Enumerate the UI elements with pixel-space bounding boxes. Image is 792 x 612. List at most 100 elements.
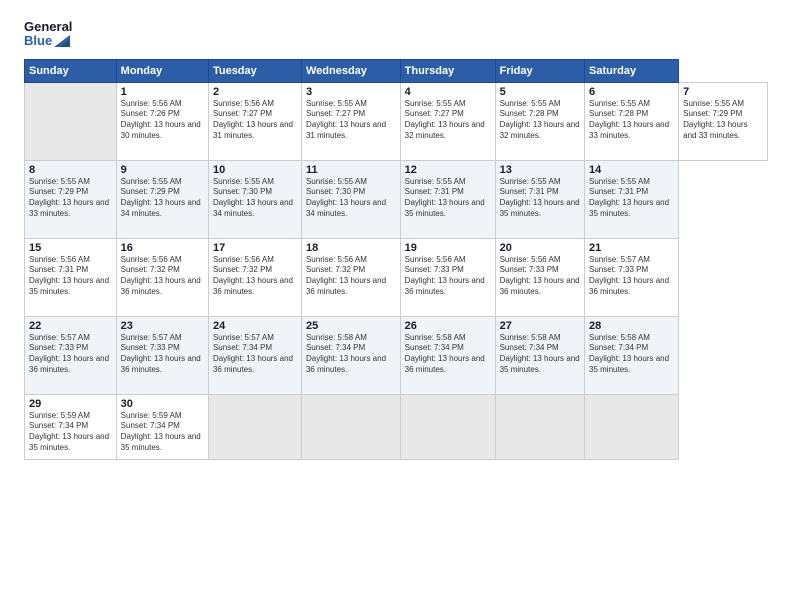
calendar-cell xyxy=(400,394,495,459)
day-info: Sunrise: 5:55 AMSunset: 7:27 PMDaylight:… xyxy=(405,99,491,142)
day-number: 15 xyxy=(29,242,112,254)
day-info: Sunrise: 5:56 AMSunset: 7:32 PMDaylight:… xyxy=(306,255,396,298)
calendar-cell: 30Sunrise: 5:59 AMSunset: 7:34 PMDayligh… xyxy=(116,394,208,459)
day-number: 29 xyxy=(29,398,112,410)
calendar-cell xyxy=(301,394,400,459)
day-info: Sunrise: 5:57 AMSunset: 7:33 PMDaylight:… xyxy=(29,333,112,376)
day-info: Sunrise: 5:56 AMSunset: 7:33 PMDaylight:… xyxy=(500,255,580,298)
day-header-saturday: Saturday xyxy=(585,59,679,82)
calendar-cell: 12Sunrise: 5:55 AMSunset: 7:31 PMDayligh… xyxy=(400,160,495,238)
day-header-friday: Friday xyxy=(495,59,584,82)
day-info: Sunrise: 5:59 AMSunset: 7:34 PMDaylight:… xyxy=(121,411,204,454)
calendar-cell: 10Sunrise: 5:55 AMSunset: 7:30 PMDayligh… xyxy=(208,160,301,238)
day-info: Sunrise: 5:55 AMSunset: 7:29 PMDaylight:… xyxy=(121,177,204,220)
day-info: Sunrise: 5:55 AMSunset: 7:31 PMDaylight:… xyxy=(405,177,491,220)
calendar-cell: 27Sunrise: 5:58 AMSunset: 7:34 PMDayligh… xyxy=(495,316,584,394)
calendar-cell: 22Sunrise: 5:57 AMSunset: 7:33 PMDayligh… xyxy=(25,316,117,394)
day-number: 2 xyxy=(213,86,297,98)
day-number: 6 xyxy=(589,86,674,98)
day-info: Sunrise: 5:56 AMSunset: 7:31 PMDaylight:… xyxy=(29,255,112,298)
day-info: Sunrise: 5:57 AMSunset: 7:33 PMDaylight:… xyxy=(589,255,674,298)
calendar-cell: 24Sunrise: 5:57 AMSunset: 7:34 PMDayligh… xyxy=(208,316,301,394)
calendar-cell: 8Sunrise: 5:55 AMSunset: 7:29 PMDaylight… xyxy=(25,160,117,238)
calendar-cell: 7Sunrise: 5:55 AMSunset: 7:29 PMDaylight… xyxy=(679,82,768,160)
day-number: 8 xyxy=(29,164,112,176)
calendar-week-1: 1Sunrise: 5:56 AMSunset: 7:26 PMDaylight… xyxy=(25,82,768,160)
logo-icon xyxy=(54,35,70,47)
day-info: Sunrise: 5:56 AMSunset: 7:32 PMDaylight:… xyxy=(121,255,204,298)
day-number: 1 xyxy=(121,86,204,98)
day-number: 14 xyxy=(589,164,674,176)
calendar-cell xyxy=(585,394,679,459)
calendar-cell: 2Sunrise: 5:56 AMSunset: 7:27 PMDaylight… xyxy=(208,82,301,160)
calendar-cell: 20Sunrise: 5:56 AMSunset: 7:33 PMDayligh… xyxy=(495,238,584,316)
day-number: 17 xyxy=(213,242,297,254)
day-number: 5 xyxy=(500,86,580,98)
calendar-table: SundayMondayTuesdayWednesdayThursdayFrid… xyxy=(24,59,768,460)
day-number: 11 xyxy=(306,164,396,176)
calendar-cell: 1Sunrise: 5:56 AMSunset: 7:26 PMDaylight… xyxy=(116,82,208,160)
calendar-cell xyxy=(495,394,584,459)
calendar-cell: 19Sunrise: 5:56 AMSunset: 7:33 PMDayligh… xyxy=(400,238,495,316)
calendar-week-2: 8Sunrise: 5:55 AMSunset: 7:29 PMDaylight… xyxy=(25,160,768,238)
day-number: 19 xyxy=(405,242,491,254)
day-info: Sunrise: 5:55 AMSunset: 7:30 PMDaylight:… xyxy=(306,177,396,220)
calendar-cell: 28Sunrise: 5:58 AMSunset: 7:34 PMDayligh… xyxy=(585,316,679,394)
day-number: 12 xyxy=(405,164,491,176)
day-info: Sunrise: 5:55 AMSunset: 7:28 PMDaylight:… xyxy=(500,99,580,142)
day-header-wednesday: Wednesday xyxy=(301,59,400,82)
day-header-sunday: Sunday xyxy=(25,59,117,82)
calendar-cell: 13Sunrise: 5:55 AMSunset: 7:31 PMDayligh… xyxy=(495,160,584,238)
calendar-cell: 18Sunrise: 5:56 AMSunset: 7:32 PMDayligh… xyxy=(301,238,400,316)
day-number: 26 xyxy=(405,320,491,332)
calendar-cell: 25Sunrise: 5:58 AMSunset: 7:34 PMDayligh… xyxy=(301,316,400,394)
day-info: Sunrise: 5:55 AMSunset: 7:31 PMDaylight:… xyxy=(589,177,674,220)
logo-general: General xyxy=(24,20,72,34)
calendar-week-5: 29Sunrise: 5:59 AMSunset: 7:34 PMDayligh… xyxy=(25,394,768,459)
day-number: 23 xyxy=(121,320,204,332)
day-number: 7 xyxy=(683,86,763,98)
day-number: 30 xyxy=(121,398,204,410)
calendar-header-row: SundayMondayTuesdayWednesdayThursdayFrid… xyxy=(25,59,768,82)
day-number: 24 xyxy=(213,320,297,332)
calendar-week-3: 15Sunrise: 5:56 AMSunset: 7:31 PMDayligh… xyxy=(25,238,768,316)
day-number: 9 xyxy=(121,164,204,176)
day-number: 13 xyxy=(500,164,580,176)
calendar-cell: 15Sunrise: 5:56 AMSunset: 7:31 PMDayligh… xyxy=(25,238,117,316)
day-info: Sunrise: 5:56 AMSunset: 7:32 PMDaylight:… xyxy=(213,255,297,298)
calendar-cell: 14Sunrise: 5:55 AMSunset: 7:31 PMDayligh… xyxy=(585,160,679,238)
calendar-cell: 23Sunrise: 5:57 AMSunset: 7:33 PMDayligh… xyxy=(116,316,208,394)
day-number: 20 xyxy=(500,242,580,254)
day-number: 25 xyxy=(306,320,396,332)
day-info: Sunrise: 5:58 AMSunset: 7:34 PMDaylight:… xyxy=(405,333,491,376)
day-info: Sunrise: 5:58 AMSunset: 7:34 PMDaylight:… xyxy=(306,333,396,376)
calendar-page: General Blue SundayMondayTuesdayWednesda… xyxy=(0,0,792,612)
day-number: 10 xyxy=(213,164,297,176)
calendar-cell: 6Sunrise: 5:55 AMSunset: 7:28 PMDaylight… xyxy=(585,82,679,160)
day-info: Sunrise: 5:58 AMSunset: 7:34 PMDaylight:… xyxy=(500,333,580,376)
day-number: 28 xyxy=(589,320,674,332)
day-number: 22 xyxy=(29,320,112,332)
calendar-cell: 16Sunrise: 5:56 AMSunset: 7:32 PMDayligh… xyxy=(116,238,208,316)
day-info: Sunrise: 5:55 AMSunset: 7:27 PMDaylight:… xyxy=(306,99,396,142)
logo: General Blue xyxy=(24,20,72,49)
day-number: 21 xyxy=(589,242,674,254)
day-header-monday: Monday xyxy=(116,59,208,82)
calendar-cell: 5Sunrise: 5:55 AMSunset: 7:28 PMDaylight… xyxy=(495,82,584,160)
calendar-cell: 11Sunrise: 5:55 AMSunset: 7:30 PMDayligh… xyxy=(301,160,400,238)
day-info: Sunrise: 5:55 AMSunset: 7:28 PMDaylight:… xyxy=(589,99,674,142)
day-info: Sunrise: 5:55 AMSunset: 7:29 PMDaylight:… xyxy=(683,99,763,142)
calendar-cell: 21Sunrise: 5:57 AMSunset: 7:33 PMDayligh… xyxy=(585,238,679,316)
calendar-cell: 3Sunrise: 5:55 AMSunset: 7:27 PMDaylight… xyxy=(301,82,400,160)
calendar-cell xyxy=(25,82,117,160)
day-number: 16 xyxy=(121,242,204,254)
day-info: Sunrise: 5:55 AMSunset: 7:29 PMDaylight:… xyxy=(29,177,112,220)
day-info: Sunrise: 5:57 AMSunset: 7:34 PMDaylight:… xyxy=(213,333,297,376)
day-header-thursday: Thursday xyxy=(400,59,495,82)
calendar-cell: 17Sunrise: 5:56 AMSunset: 7:32 PMDayligh… xyxy=(208,238,301,316)
day-info: Sunrise: 5:59 AMSunset: 7:34 PMDaylight:… xyxy=(29,411,112,454)
calendar-cell: 4Sunrise: 5:55 AMSunset: 7:27 PMDaylight… xyxy=(400,82,495,160)
calendar-week-4: 22Sunrise: 5:57 AMSunset: 7:33 PMDayligh… xyxy=(25,316,768,394)
day-info: Sunrise: 5:55 AMSunset: 7:31 PMDaylight:… xyxy=(500,177,580,220)
header: General Blue xyxy=(24,20,768,49)
